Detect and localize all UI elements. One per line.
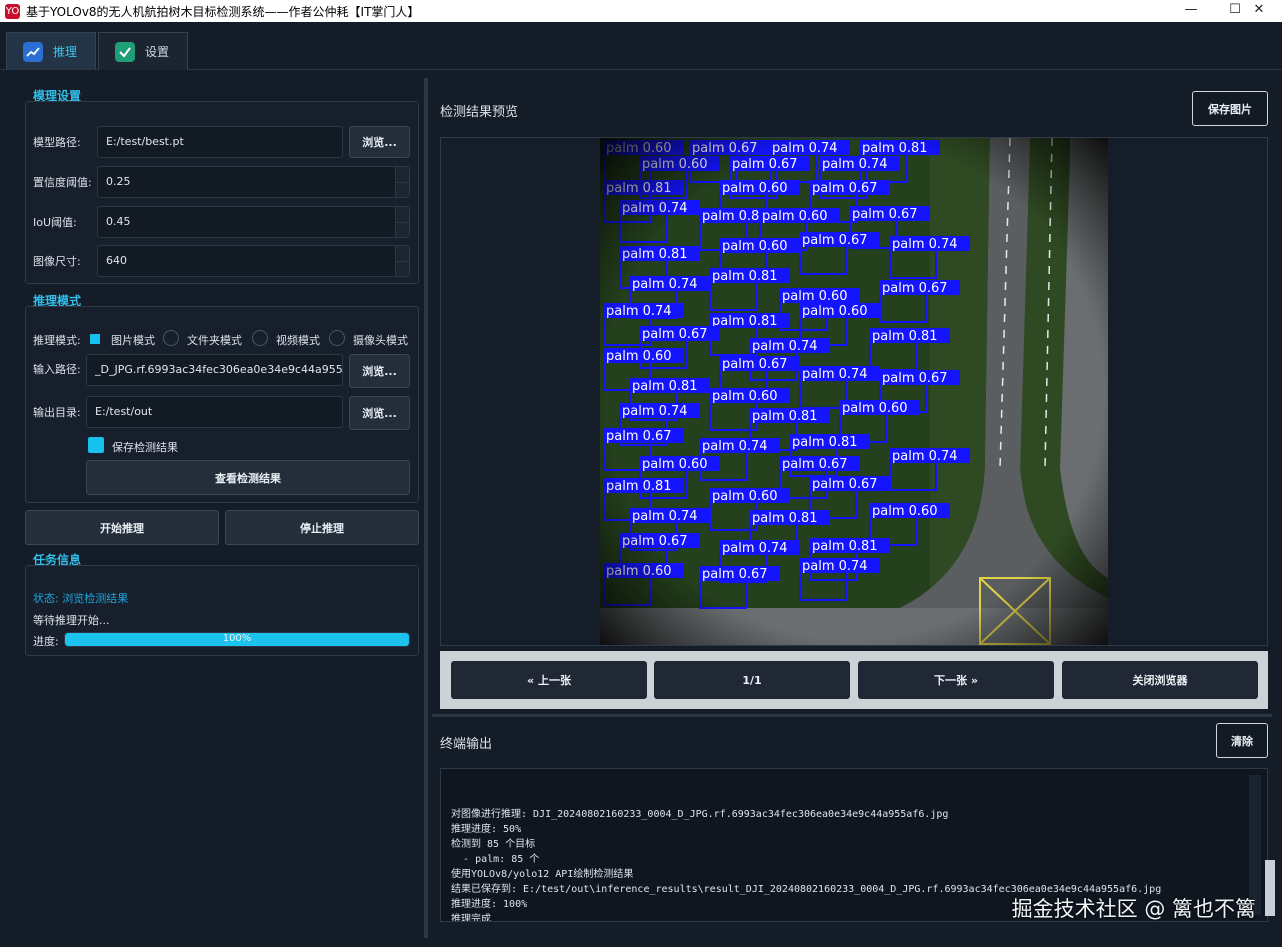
close-browser-button[interactable]: 关闭浏览器 (1062, 661, 1258, 699)
check-shield-icon (115, 41, 135, 62)
progress-label: 进度: (33, 635, 59, 648)
video-mode-label: 视频模式 (276, 334, 320, 347)
image-size-label: 图像尺寸: (33, 255, 81, 268)
iou-threshold-label: IoU阈值: (33, 216, 77, 229)
close-button[interactable]: ✕ (1236, 0, 1282, 22)
save-image-button[interactable]: 保存图片 (1192, 91, 1268, 126)
tab-inference-label: 推理 (53, 45, 78, 59)
camera-mode-radio[interactable] (329, 330, 345, 346)
output-dir-input[interactable]: E:/test/out (86, 396, 343, 428)
size-spin-arrows[interactable] (395, 246, 409, 276)
conf-threshold-value: 0.25 (106, 175, 131, 188)
output-dir-label: 输出目录: (33, 406, 81, 419)
image-counter: 1/1 (654, 661, 850, 699)
save-results-label: 保存检测结果 (112, 441, 178, 454)
horizontal-splitter[interactable] (432, 714, 1272, 717)
image-size-spinbox[interactable]: 640 (97, 245, 410, 277)
detection-result-image: palm 0.60palm 0.67palm 0.74palm 0.81palm… (600, 138, 1108, 645)
terminal-line: - palm: 85 个 (451, 854, 540, 865)
iou-threshold-spinbox[interactable]: 0.45 (97, 206, 410, 238)
save-results-checkbox[interactable] (88, 437, 104, 453)
window-title: 基于YOLOv8的无人机航拍树木目标检测系统——作者公仲耗【IT掌门人】 (26, 4, 420, 19)
model-path-input[interactable]: E:/test/best.pt (97, 126, 343, 158)
image-size-value: 640 (106, 254, 127, 267)
watermark: 掘金技术社区 @ 篱也不篱 (1011, 897, 1256, 921)
tab-inference[interactable]: 推理 (6, 32, 96, 70)
mode-label: 推理模式: (33, 334, 81, 347)
terminal-scroll-thumb[interactable] (1265, 860, 1275, 916)
image-mode-label: 图片模式 (111, 334, 155, 347)
tab-settings-label: 设置 (145, 45, 170, 59)
preview-title: 检测结果预览 (440, 105, 519, 120)
tab-bar: 推理 设置 (0, 30, 1282, 70)
progress-text: 100% (222, 633, 252, 644)
iou-spin-arrows[interactable] (395, 207, 409, 237)
preview-area: palm 0.60palm 0.67palm 0.74palm 0.81palm… (440, 137, 1268, 646)
camera-mode-label: 摄像头模式 (353, 334, 408, 347)
model-browse-button[interactable]: 浏览... (349, 126, 410, 158)
terminal-title: 终端输出 (440, 737, 493, 752)
view-results-button[interactable]: 查看检测结果 (86, 460, 410, 495)
start-inference-button[interactable]: 开始推理 (25, 510, 219, 545)
title-bar: YO 基于YOLOv8的无人机航拍树木目标检测系统——作者公仲耗【IT掌门人】 … (0, 0, 1282, 22)
lens-vignette (600, 138, 1108, 645)
folder-mode-radio[interactable] (163, 330, 179, 346)
app-logo-icon: YO (5, 3, 20, 19)
input-path-label: 输入路径: (33, 363, 81, 376)
terminal-line: 对图像进行推理: DJI_20240802160233_0004_D_JPG.r… (451, 809, 949, 820)
waiting-text: 等待推理开始... (33, 614, 110, 627)
terminal-line: 使用YOLOv8/yolo12 API绘制检测结果 (451, 869, 634, 880)
progress-bar: 100% (64, 632, 410, 647)
video-mode-radio[interactable] (252, 330, 268, 346)
stop-inference-button[interactable]: 停止推理 (225, 510, 419, 545)
output-browse-button[interactable]: 浏览... (349, 396, 410, 430)
clear-terminal-button[interactable]: 清除 (1216, 723, 1268, 758)
conf-threshold-label: 置信度阈值: (33, 176, 92, 189)
conf-threshold-spinbox[interactable]: 0.25 (97, 166, 410, 198)
vertical-splitter[interactable] (424, 78, 428, 938)
terminal-line: 检测到 85 个目标 (451, 839, 536, 850)
input-path-input[interactable]: _D_JPG.rf.6993ac34fec306ea0e34e9c44a955a… (86, 354, 343, 386)
folder-mode-label: 文件夹模式 (187, 334, 242, 347)
image-mode-radio[interactable] (90, 334, 100, 344)
status-text: 状态: 浏览检测结果 (33, 592, 129, 605)
minimize-button[interactable]: — (1168, 0, 1214, 22)
conf-spin-arrows[interactable] (395, 167, 409, 197)
tab-settings[interactable]: 设置 (98, 32, 188, 70)
terminal-line: 推理进度: 50% (451, 824, 522, 835)
previous-image-button[interactable]: « 上一张 (451, 661, 647, 699)
next-image-button[interactable]: 下一张 » (858, 661, 1054, 699)
iou-threshold-value: 0.45 (106, 215, 131, 228)
input-browse-button[interactable]: 浏览... (349, 354, 410, 388)
model-path-label: 模型路径: (33, 136, 81, 149)
chart-line-icon (23, 41, 43, 62)
browser-navigation: « 上一张 1/1 下一张 » 关闭浏览器 (440, 651, 1268, 709)
